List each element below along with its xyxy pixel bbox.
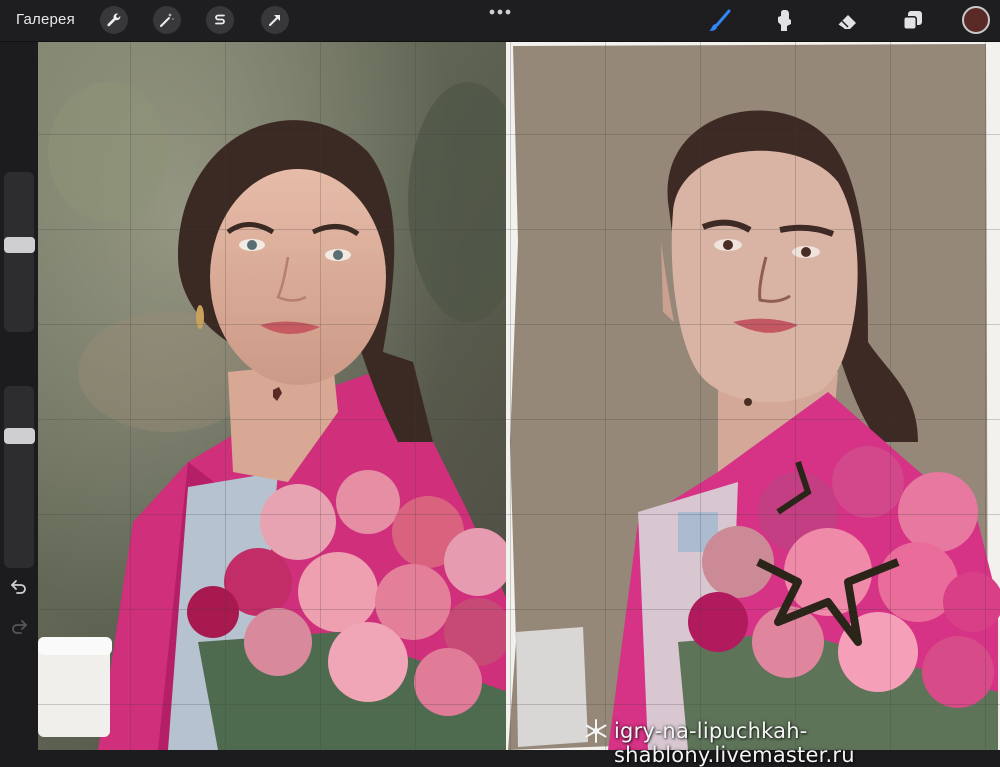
watermark-text: igry-na-lipuchkah-shablony.livemaster.ru — [614, 719, 855, 767]
color-swatch[interactable] — [962, 6, 990, 34]
transform-arrow-icon[interactable] — [261, 6, 289, 34]
brush-size-thumb[interactable] — [4, 236, 35, 253]
sidebar — [0, 42, 38, 750]
layers-icon[interactable] — [896, 5, 928, 37]
more-options-icon[interactable] — [488, 7, 512, 17]
gallery-button[interactable]: Галерея — [16, 11, 75, 28]
brush-icon[interactable] — [703, 5, 735, 37]
undo-icon[interactable] — [9, 576, 29, 596]
selection-s-icon[interactable] — [206, 6, 234, 34]
drawing-guide-grid — [38, 42, 1000, 750]
wrench-icon[interactable] — [100, 6, 128, 34]
magic-wand-icon[interactable] — [153, 6, 181, 34]
drawing-canvas[interactable] — [38, 42, 1000, 750]
smudge-icon[interactable] — [768, 5, 800, 37]
eraser-icon[interactable] — [832, 5, 864, 37]
snowflake-watermark-icon — [585, 719, 607, 743]
opacity-slider[interactable] — [4, 386, 34, 568]
opacity-thumb[interactable] — [4, 427, 35, 444]
top-toolbar: Галерея — [0, 0, 1000, 42]
redo-icon[interactable] — [9, 616, 29, 636]
